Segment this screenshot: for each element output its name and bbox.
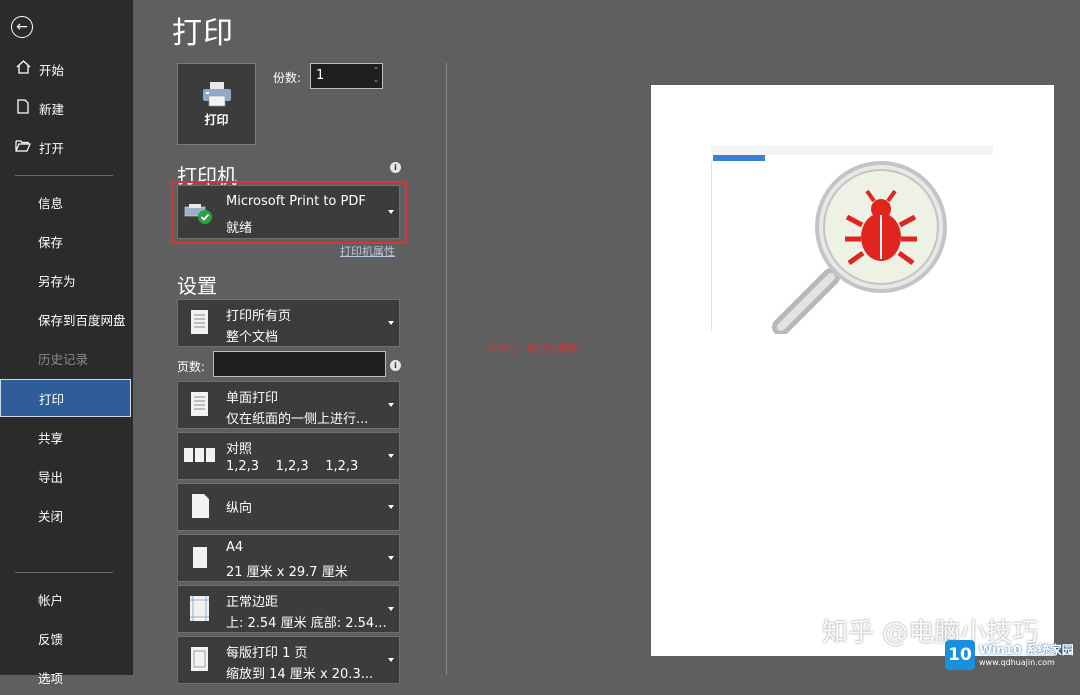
side-note: 公众号：科研小柯数 [488,344,578,355]
nav-label: 信息 [38,195,64,211]
nav-item-account[interactable]: 帐户 [0,581,131,617]
nav-label: 另存为 [38,273,76,289]
one-sided-icon [191,392,208,416]
back-arrow-icon[interactable]: ← [11,16,33,38]
option-line1: 单面打印 [226,391,279,406]
nav-item-save[interactable]: 保存 [0,223,131,259]
nav-item-save-to-baidu[interactable]: 保存到百度网盘 [0,301,131,337]
nav-label: 打开 [39,140,65,156]
nav-item-feedback[interactable]: 反馈 [0,620,131,656]
settings-section-title: 设置 [177,274,217,298]
site-logo-icon: 10 [945,640,975,670]
paper-size-icon [193,547,207,568]
margins-icon [190,596,209,621]
nav-item-options[interactable]: 选项 [0,659,131,695]
portrait-icon [192,494,209,518]
site-watermark: 10 Win10 系统家园 www.qdhuajin.com [945,638,1080,675]
nav-label: 共享 [38,430,64,446]
preview-divider [711,161,712,331]
option-line2: 1,2,3 1,2,3 1,2,3 [226,459,359,474]
sidebar-divider [15,175,113,176]
chevron-down-icon [388,403,394,407]
nav-item-export[interactable]: 导出 [0,458,131,494]
nav-item-print[interactable]: 打印 [0,379,131,417]
chevron-down-icon [388,658,394,662]
copies-input[interactable]: 1 ⌃ ⌄ [310,63,383,89]
nav-label: 关闭 [38,508,64,524]
option-line1: 每版打印 1 页 [226,646,308,661]
nav-item-open[interactable]: 打开 [0,129,131,165]
highlight-box [171,181,407,244]
option-line2: 仅在纸面的一侧上进行... [226,412,369,427]
nav-label: 帐户 [38,592,64,608]
site-url: www.qdhuajin.com [979,658,1055,667]
sides-select[interactable]: 单面打印 仅在纸面的一侧上进行... [177,381,400,429]
site-title: Win10 系统家园 [979,643,1074,657]
preview-tab-image [713,155,765,161]
option-line1: 打印所有页 [226,309,292,324]
info-icon[interactable]: i [390,360,401,371]
nav-label: 保存到百度网盘 [38,312,126,328]
pages-per-sheet-select[interactable]: 每版打印 1 页 缩放到 14 厘米 x 20.3... [177,636,400,684]
printer-icon [202,81,231,106]
bug-magnifier-icon [772,161,947,334]
nav-label: 选项 [38,670,64,686]
panel-divider [446,63,447,675]
chevron-down-icon [388,454,394,458]
nav-item-close[interactable]: 关闭 [0,497,131,533]
option-line2: 21 厘米 x 29.7 厘米 [226,565,348,580]
nav-item-new[interactable]: 新建 [0,90,131,126]
all-pages-icon [191,310,208,334]
nav-label: 历史记录 [38,351,89,367]
pages-input[interactable] [213,351,386,377]
copies-value: 1 [316,68,325,83]
nav-label: 反馈 [38,631,64,647]
nav-item-save-as[interactable]: 另存为 [0,262,131,298]
nav-label: 保存 [38,234,64,250]
nav-item-home[interactable]: 开始 [0,51,131,87]
info-icon[interactable]: i [390,162,401,173]
option-line1: A4 [226,540,244,555]
option-line1: 正常边距 [226,595,279,610]
paper-size-select[interactable]: A4 21 厘米 x 29.7 厘米 [177,534,400,582]
pages-label: 页数: [177,360,206,374]
chevron-down-icon [388,607,394,611]
margins-select[interactable]: 正常边距 上: 2.54 厘米 底部: 2.54... [177,585,400,633]
print-button[interactable]: 打印 [177,63,256,145]
orientation-select[interactable]: 纵向 [177,483,400,531]
chevron-down-icon [388,505,394,509]
print-range-select[interactable]: 打印所有页 整个文档 [177,299,400,347]
chevron-down-icon [388,556,394,560]
nav-item-history: 历史记录 [0,340,131,376]
collated-icon [184,448,215,462]
option-line2: 缩放到 14 厘米 x 20.3... [226,667,374,682]
print-preview-page [651,85,1054,656]
option-line2: 上: 2.54 厘米 底部: 2.54... [226,616,387,631]
nav-item-share[interactable]: 共享 [0,419,131,455]
nav-label: 导出 [38,469,64,485]
option-line1: 对照 [226,442,253,457]
nav-label: 新建 [39,101,65,117]
home-icon [15,60,31,78]
pages-per-sheet-icon [191,647,208,671]
option-line1: 纵向 [226,501,253,516]
page-title: 打印 [172,16,234,51]
nav-item-info[interactable]: 信息 [0,184,131,220]
new-document-icon [15,98,31,118]
chevron-down-icon [388,321,394,325]
nav-label: 打印 [39,391,65,407]
open-folder-icon [15,139,31,156]
preview-toolbar-image [711,146,993,155]
collation-select[interactable]: 对照 1,2,3 1,2,3 1,2,3 [177,432,400,480]
printer-properties-link[interactable]: 打印机属性 [340,243,395,259]
option-line2: 整个文档 [226,330,279,345]
copies-stepper[interactable]: ⌃ ⌄ [373,65,379,85]
nav-label: 开始 [39,62,65,78]
copies-label: 份数: [273,71,302,85]
backstage-sidebar: ← 开始 新建 打开 信息 保存 另存为 保存到百度网盘 历史记录 打印 共享 [0,0,133,686]
sidebar-divider [15,572,113,573]
print-button-label: 打印 [204,112,229,127]
